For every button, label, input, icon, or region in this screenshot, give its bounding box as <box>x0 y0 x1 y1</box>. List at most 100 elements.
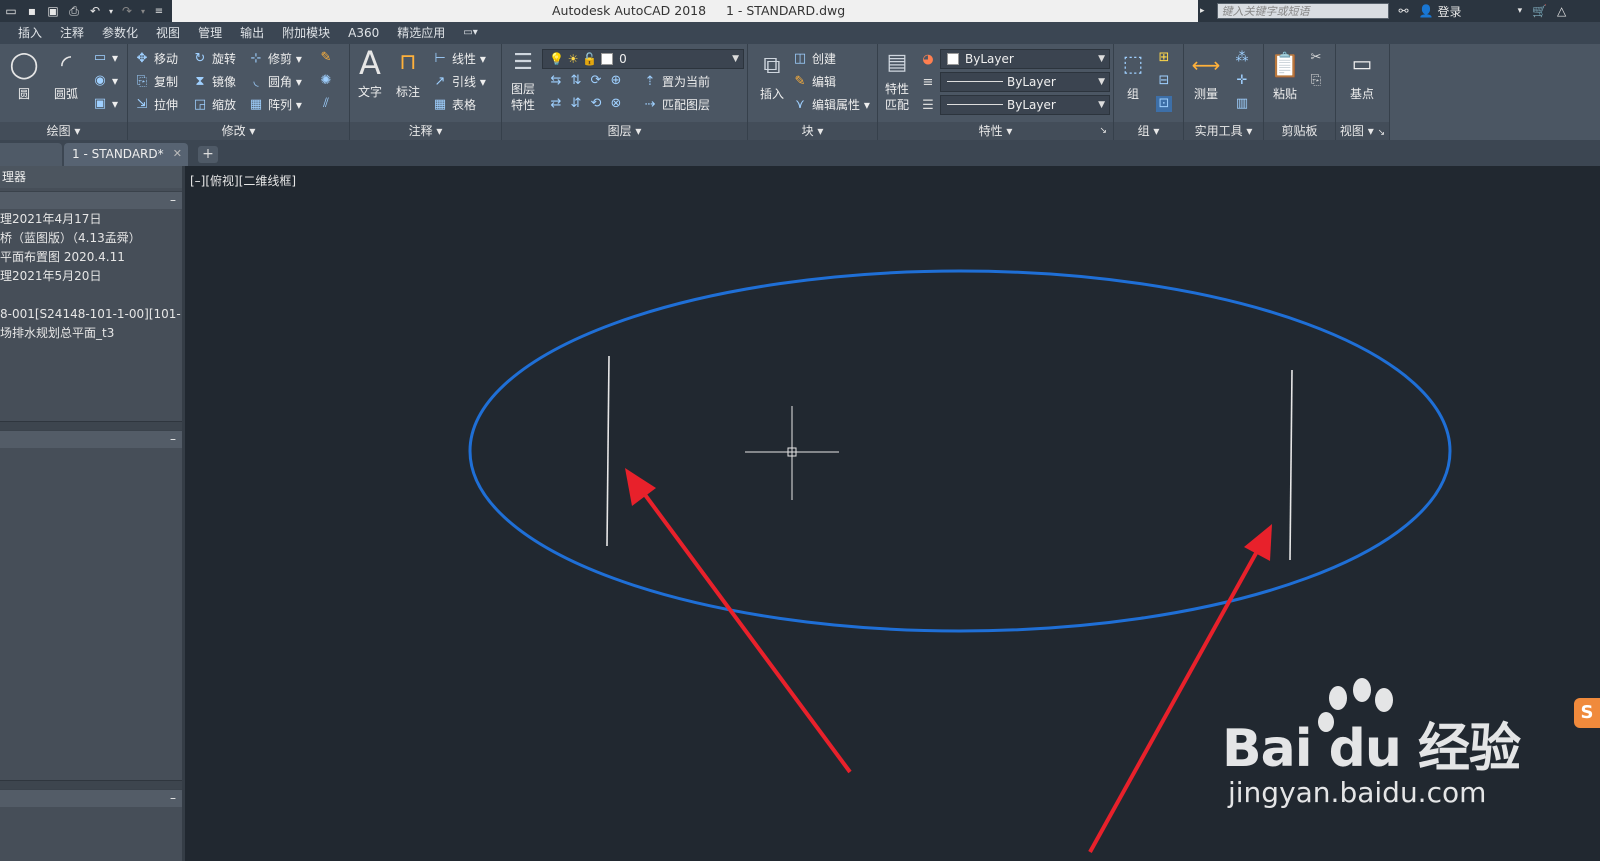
copy-button[interactable]: ⎘ 复制 <box>134 73 178 90</box>
tab-a360[interactable]: A360 <box>339 22 388 44</box>
list-item[interactable]: 场排水规划总平面_t3 <box>0 324 182 343</box>
panel-view-title[interactable]: 视图 ▾ ↘ <box>1336 122 1389 140</box>
user-icon[interactable]: 👤 <box>1419 4 1434 18</box>
search-expand-icon[interactable]: ▸ <box>1200 6 1205 16</box>
stretch-button[interactable]: ⇲ 拉伸 <box>134 96 178 113</box>
save-icon[interactable]: ▪ <box>23 2 41 20</box>
table-button[interactable]: ▦ 表格 <box>432 96 476 113</box>
trim-button[interactable]: ⊹ 修剪 ▾ <box>248 50 302 67</box>
cut-icon[interactable]: ✂ <box>1308 50 1328 66</box>
calculator-icon[interactable]: ▥ <box>1234 96 1254 112</box>
collapse-button[interactable]: – <box>0 789 182 807</box>
panel-properties-title[interactable]: 特性 ▾ ↘ <box>878 122 1113 140</box>
group-edit-icon[interactable]: ⊟ <box>1156 73 1176 89</box>
panel-utilities-title[interactable]: 实用工具 ▾ <box>1184 122 1263 140</box>
sogou-badge[interactable]: S <box>1574 698 1600 728</box>
layer-tools-row-1[interactable]: ⇆ ⇅ ⟳ ⊕ <box>548 73 628 89</box>
tab-manage[interactable]: 管理 <box>189 22 231 44</box>
quick-select-icon[interactable]: ⁂ <box>1234 50 1254 66</box>
redo-icon[interactable]: ↷ <box>118 2 136 20</box>
copy-clip-icon[interactable]: ⎘ <box>1308 73 1328 89</box>
array-button[interactable]: ▦ 阵列 ▾ <box>248 96 302 113</box>
panel-draw-title[interactable]: 绘图 ▾ <box>0 122 127 140</box>
tab-output[interactable]: 输出 <box>231 22 273 44</box>
print-icon[interactable]: ⎙ <box>65 2 83 20</box>
file-tab-standard[interactable]: 1 - STANDARD* ✕ <box>64 143 188 166</box>
panel-annotation-title[interactable]: 注释 ▾ <box>350 122 501 140</box>
collapse-button[interactable]: – <box>0 191 182 209</box>
panel-modify-title[interactable]: 修改 ▾ <box>128 122 349 140</box>
left-vertical-line[interactable] <box>606 355 610 547</box>
layer-dropdown[interactable]: 💡 ☀ 🔓 0 ▼ <box>542 49 744 69</box>
region-icon[interactable]: ▣ ▾ <box>92 96 118 112</box>
color-dropdown[interactable]: ByLayer ▼ <box>940 49 1110 69</box>
linear-button[interactable]: ⊢ 线性 ▾ <box>432 50 486 67</box>
tab-parametric[interactable]: 参数化 <box>93 22 147 44</box>
viewport-controls-label[interactable]: [–][俯视][二维线框] <box>190 172 296 189</box>
save-as-icon[interactable]: ▣ <box>44 2 62 20</box>
create-block-button[interactable]: ◫ 创建 <box>792 50 836 67</box>
point-icon[interactable]: ✛ <box>1234 73 1254 89</box>
open-icon[interactable]: ▭ <box>2 2 20 20</box>
arc-button[interactable]: ◜ 圆弧 <box>46 48 86 102</box>
search-input[interactable]: 键入关键字或短语 <box>1216 3 1389 19</box>
list-item[interactable]: 桥（蓝图版）（4.13孟舜） <box>0 229 182 248</box>
hatch-icon[interactable]: ◉ ▾ <box>92 73 118 89</box>
fillet-button[interactable]: ◟ 圆角 ▾ <box>248 73 301 90</box>
group-select-icon[interactable]: ⊡ <box>1156 96 1176 112</box>
panel-groups-title[interactable]: 组 ▾ <box>1114 122 1183 140</box>
list-item[interactable]: 8-001[S24148-101-1-00][101-1机 <box>0 305 182 324</box>
leader-button[interactable]: ↗ 引线 ▾ <box>432 73 486 90</box>
layer-properties-button[interactable]: ☰ 图层 特性 <box>504 48 542 113</box>
move-button[interactable]: ✥ 移动 <box>134 50 178 67</box>
panel-layers-title[interactable]: 图层 ▾ <box>502 122 747 140</box>
login-button[interactable]: 登录 <box>1438 3 1462 20</box>
match-layer-button[interactable]: ⇢ 匹配图层 <box>642 96 710 113</box>
panel-clipboard-title[interactable]: 剪贴板 <box>1264 122 1335 140</box>
login-dropdown-icon[interactable]: ▾ <box>1518 6 1523 16</box>
tab-addins[interactable]: 附加模块 <box>273 22 339 44</box>
paste-button[interactable]: 📋 粘贴 <box>1266 48 1304 102</box>
edit-attributes-button[interactable]: ⋎ 编辑属性 ▾ <box>792 96 870 113</box>
close-icon[interactable]: ✕ <box>173 143 182 165</box>
tab-annotate[interactable]: 注释 <box>51 22 93 44</box>
autodesk-icon[interactable]: △ <box>1557 4 1566 18</box>
redo-dropdown-icon[interactable]: ▾ <box>139 2 147 20</box>
erase-icon[interactable]: ✎ <box>318 50 338 66</box>
mirror-button[interactable]: ⧗ 镜像 <box>192 73 236 90</box>
tab-featured-apps[interactable]: 精选应用 <box>388 22 454 44</box>
undo-dropdown-icon[interactable]: ▾ <box>107 2 115 20</box>
right-vertical-line[interactable] <box>1289 369 1293 561</box>
collapse-button[interactable]: – <box>0 430 182 448</box>
undo-icon[interactable]: ↶ <box>86 2 104 20</box>
lineweight-dropdown[interactable]: ByLayer ▼ <box>940 95 1110 115</box>
cart-icon[interactable]: 🛒 <box>1532 4 1547 18</box>
dimension-button[interactable]: ⊓ 标注 <box>390 46 426 100</box>
offset-icon[interactable]: ⫽ <box>318 96 338 112</box>
tab-insert[interactable]: 插入 <box>0 22 51 44</box>
text-button[interactable]: A 文字 <box>352 46 388 100</box>
tab-view[interactable]: 视图 <box>147 22 189 44</box>
list-item[interactable] <box>0 286 182 305</box>
insert-block-button[interactable]: ⧉ 插入 <box>752 48 792 102</box>
measure-button[interactable]: ⟷ 测量 <box>1186 48 1226 102</box>
ribbon-options-icon[interactable]: ▭▾ <box>454 22 486 44</box>
list-item[interactable]: 理2021年4月17日 <box>0 210 182 229</box>
layer-tools-row-2[interactable]: ⇄ ⇵ ⟲ ⊗ <box>548 96 628 112</box>
rotate-button[interactable]: ↻ 旋转 <box>192 50 236 67</box>
base-view-button[interactable]: ▭ 基点 <box>1340 48 1384 102</box>
edit-block-button[interactable]: ✎ 编辑 <box>792 73 836 90</box>
list-item[interactable]: 平面布置图 2020.4.11 <box>0 248 182 267</box>
circle-button[interactable]: ◯ 圆 <box>4 48 44 102</box>
scale-button[interactable]: ◲ 缩放 <box>192 96 236 113</box>
ungroup-icon[interactable]: ⊞ <box>1156 50 1176 66</box>
binoculars-icon[interactable]: ⚯ <box>1399 4 1409 18</box>
panel-block-title[interactable]: 块 ▾ <box>748 122 877 140</box>
customize-qat-icon[interactable]: ≡ <box>150 2 168 20</box>
new-tab-button[interactable]: + <box>198 146 218 163</box>
rectangle-icon[interactable]: ▭ ▾ <box>92 50 118 66</box>
set-current-button[interactable]: ⇡ 置为当前 <box>642 73 710 90</box>
group-button[interactable]: ⬚ 组 <box>1116 48 1150 102</box>
match-properties-button[interactable]: ▤ 特性 匹配 <box>880 48 914 113</box>
explode-icon[interactable]: ✺ <box>318 73 338 89</box>
